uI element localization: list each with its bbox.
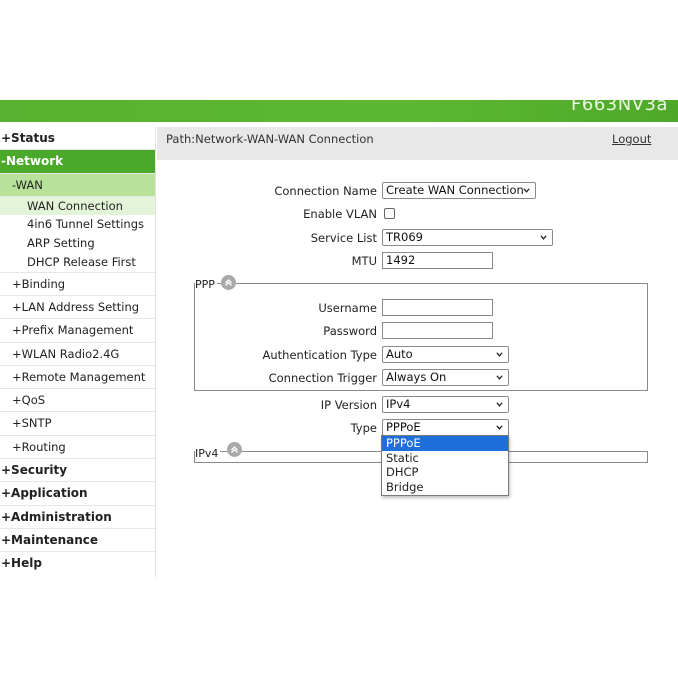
breadcrumb: Path:Network-WAN-WAN Connection	[166, 132, 374, 146]
chevron-down-icon	[496, 425, 503, 430]
logout-link[interactable]: Logout	[612, 132, 651, 146]
sidebar-item-4in6-tunnel[interactable]: 4in6 Tunnel Settings	[0, 215, 155, 234]
sidebar-item-application[interactable]: +Application	[0, 482, 155, 506]
collapse-ppp-icon	[225, 279, 232, 286]
type-option-dhcp[interactable]: DHCP	[382, 465, 508, 480]
auth-type-label: Authentication Type	[262, 348, 378, 362]
sidebar-item-wlan-radio[interactable]: +WLAN Radio2.4G	[0, 343, 155, 366]
chevron-down-icon	[523, 188, 530, 193]
chevron-up-circle-icon[interactable]	[227, 442, 242, 457]
sidebar-item-administration[interactable]: +Administration	[0, 506, 155, 529]
sidebar-item-arp-setting[interactable]: ARP Setting	[0, 234, 155, 253]
chevron-up-circle-icon[interactable]	[221, 275, 236, 290]
device-model: F663NV3a	[571, 100, 668, 115]
chevron-down-icon	[496, 402, 503, 407]
username-label: Username	[318, 301, 377, 315]
service-list-value: TR069	[386, 230, 423, 244]
connection-name-value: Create WAN Connection	[386, 183, 524, 197]
sidebar-item-qos[interactable]: +QoS	[0, 389, 155, 413]
sidebar-item-maintenance[interactable]: +Maintenance	[0, 529, 155, 553]
type-option-bridge[interactable]: Bridge	[382, 480, 508, 495]
type-select[interactable]: PPPoE	[382, 419, 509, 436]
sidebar-item-status[interactable]: +Status	[0, 127, 155, 151]
password-input[interactable]	[382, 322, 493, 339]
ppp-legend-line	[238, 283, 648, 284]
enable-vlan-label: Enable VLAN	[303, 207, 377, 221]
type-dropdown-list: PPPoE Static DHCP Bridge	[381, 435, 509, 496]
chevron-down-icon	[496, 352, 503, 357]
sidebar-item-prefix-management[interactable]: +Prefix Management	[0, 319, 155, 343]
type-option-pppoe[interactable]: PPPoE	[382, 436, 508, 451]
mtu-input[interactable]: 1492	[382, 252, 493, 269]
sidebar-nav: +Status -Network -WAN WAN Connection 4in…	[0, 127, 156, 577]
ipv4-legend: IPv4	[195, 447, 221, 460]
service-list-label: Service List	[310, 231, 377, 245]
auth-type-value: Auto	[386, 347, 413, 361]
connection-name-label: Connection Name	[274, 184, 377, 198]
chevron-down-icon	[496, 375, 503, 380]
sidebar-item-binding[interactable]: +Binding	[0, 273, 155, 296]
conn-trigger-value: Always On	[386, 370, 447, 384]
enable-vlan-checkbox[interactable]	[384, 208, 395, 219]
mtu-label: MTU	[351, 254, 377, 268]
sidebar-item-security[interactable]: +Security	[0, 459, 155, 483]
conn-trigger-label: Connection Trigger	[268, 371, 377, 385]
sidebar-item-remote-management[interactable]: +Remote Management	[0, 366, 155, 390]
sidebar-item-help[interactable]: +Help	[0, 552, 155, 575]
password-label: Password	[323, 324, 377, 338]
type-option-static[interactable]: Static	[382, 451, 508, 466]
ppp-legend: PPP	[195, 278, 217, 291]
auth-type-select[interactable]: Auto	[382, 346, 509, 363]
mtu-value: 1492	[386, 253, 416, 267]
sidebar-item-lan-address[interactable]: +LAN Address Setting	[0, 296, 155, 320]
username-input[interactable]	[382, 299, 493, 316]
ip-version-select[interactable]: IPv4	[382, 396, 509, 413]
collapse-ipv4-icon	[231, 446, 238, 453]
ip-version-value: IPv4	[386, 397, 411, 411]
sidebar-item-dhcp-release[interactable]: DHCP Release First	[0, 253, 155, 273]
chevron-down-icon	[540, 235, 547, 240]
sidebar-item-routing[interactable]: +Routing	[0, 436, 155, 460]
conn-trigger-select[interactable]: Always On	[382, 369, 509, 386]
path-bar: Path:Network-WAN-WAN Connection	[157, 127, 678, 160]
service-list-select[interactable]: TR069	[382, 229, 553, 246]
sidebar-item-wan[interactable]: -WAN	[0, 173, 155, 197]
header-bar: F663NV3a	[0, 100, 678, 122]
sidebar-item-wan-connection[interactable]: WAN Connection	[0, 196, 155, 216]
connection-name-select[interactable]: Create WAN Connection	[382, 182, 536, 199]
type-value: PPPoE	[386, 420, 421, 434]
sidebar-item-sntp[interactable]: +SNTP	[0, 412, 155, 436]
sidebar-item-network[interactable]: -Network	[0, 150, 155, 174]
ip-version-label: IP Version	[320, 398, 377, 412]
type-label: Type	[350, 421, 377, 435]
